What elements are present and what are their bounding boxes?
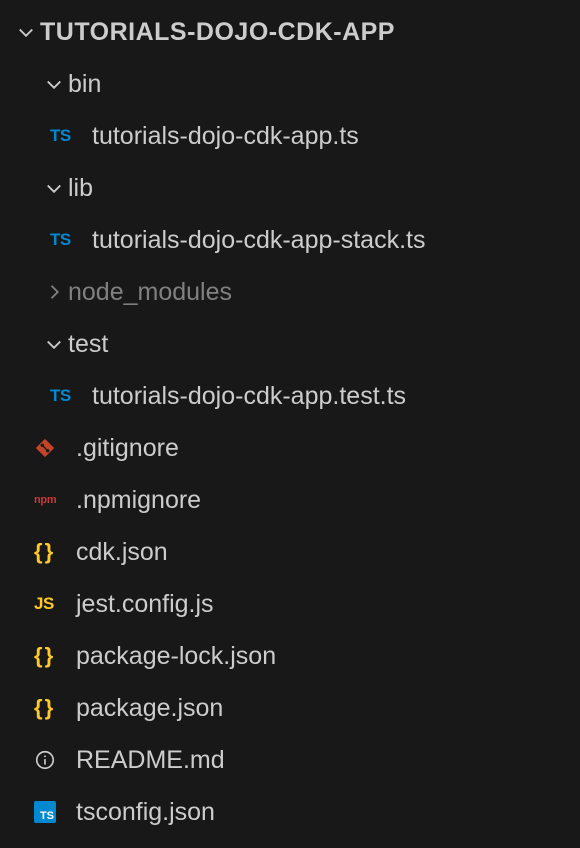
file-npmignore[interactable]: npm .npmignore bbox=[0, 474, 580, 526]
file-cdk-json[interactable]: { } cdk.json bbox=[0, 526, 580, 578]
folder-node-modules[interactable]: node_modules bbox=[0, 266, 580, 318]
folder-label: node_modules bbox=[68, 278, 232, 307]
javascript-icon: JS bbox=[34, 590, 70, 618]
file-label: package.json bbox=[76, 694, 223, 723]
file-readme-md[interactable]: README.md bbox=[0, 734, 580, 786]
chevron-right-icon bbox=[42, 280, 66, 304]
folder-test[interactable]: test bbox=[0, 318, 580, 370]
file-label: .npmignore bbox=[76, 486, 201, 515]
npm-icon: npm bbox=[34, 486, 70, 514]
folder-bin[interactable]: bin bbox=[0, 58, 580, 110]
file-label: cdk.json bbox=[76, 538, 168, 567]
file-label: tutorials-dojo-cdk-app.test.ts bbox=[92, 382, 406, 411]
root-folder-label: TUTORIALS-DOJO-CDK-APP bbox=[40, 18, 395, 47]
typescript-icon: TS bbox=[50, 382, 86, 410]
chevron-down-icon bbox=[42, 176, 66, 200]
file-tsconfig-json[interactable]: TS tsconfig.json bbox=[0, 786, 580, 838]
chevron-down-icon bbox=[42, 72, 66, 96]
json-icon: { } bbox=[34, 694, 70, 722]
typescript-icon: TS bbox=[50, 122, 86, 150]
file-test-app-ts[interactable]: TS tutorials-dojo-cdk-app.test.ts bbox=[0, 370, 580, 422]
file-gitignore[interactable]: .gitignore bbox=[0, 422, 580, 474]
typescript-icon: TS bbox=[50, 226, 86, 254]
chevron-down-icon bbox=[14, 20, 38, 44]
root-folder[interactable]: TUTORIALS-DOJO-CDK-APP bbox=[0, 6, 580, 58]
folder-label: lib bbox=[68, 174, 93, 203]
file-label: package-lock.json bbox=[76, 642, 276, 671]
json-icon: { } bbox=[34, 642, 70, 670]
file-label: tutorials-dojo-cdk-app.ts bbox=[92, 122, 359, 151]
file-label: .gitignore bbox=[76, 434, 179, 463]
file-label: jest.config.js bbox=[76, 590, 214, 619]
file-lib-stack-ts[interactable]: TS tutorials-dojo-cdk-app-stack.ts bbox=[0, 214, 580, 266]
file-label: tutorials-dojo-cdk-app-stack.ts bbox=[92, 226, 425, 255]
git-icon bbox=[34, 434, 70, 462]
file-package-json[interactable]: { } package.json bbox=[0, 682, 580, 734]
file-jest-config-js[interactable]: JS jest.config.js bbox=[0, 578, 580, 630]
chevron-down-icon bbox=[42, 332, 66, 356]
info-icon bbox=[34, 746, 70, 774]
file-label: README.md bbox=[76, 746, 225, 775]
file-bin-app-ts[interactable]: TS tutorials-dojo-cdk-app.ts bbox=[0, 110, 580, 162]
tsconfig-icon: TS bbox=[34, 798, 70, 826]
folder-label: bin bbox=[68, 70, 101, 99]
file-explorer-tree: TUTORIALS-DOJO-CDK-APP bin TS tutorials-… bbox=[0, 6, 580, 838]
file-package-lock-json[interactable]: { } package-lock.json bbox=[0, 630, 580, 682]
file-label: tsconfig.json bbox=[76, 798, 215, 827]
folder-lib[interactable]: lib bbox=[0, 162, 580, 214]
json-icon: { } bbox=[34, 538, 70, 566]
folder-label: test bbox=[68, 330, 108, 359]
